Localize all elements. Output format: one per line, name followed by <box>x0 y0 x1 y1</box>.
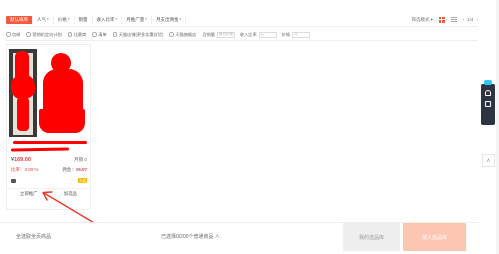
sort-rate-tab[interactable]: 收入比率 ▾ <box>93 15 123 24</box>
mode-select-label: 筛选模式 <box>411 16 430 22</box>
shop-row: 天猫 <box>11 178 87 183</box>
filter-label: 天猫旗舰店 <box>175 31 197 37</box>
checkbox[interactable] <box>67 32 73 37</box>
filter-label: 包邮 <box>12 31 21 37</box>
filter-tmall-shop[interactable]: 天猫店铺(更多实惠好货) <box>112 31 164 38</box>
redaction-mark <box>17 97 29 131</box>
sort-label: 人气 <box>37 17 46 22</box>
list-view-icon[interactable] <box>450 16 457 23</box>
filter-tmall-flagship[interactable]: 天猫旗舰店 <box>169 32 196 38</box>
product-image[interactable] <box>9 47 88 137</box>
commission-earn: 佣金：¥5.07 <box>62 167 87 173</box>
checkbox[interactable] <box>112 32 118 37</box>
product-price: ¥169.00 <box>11 157 31 163</box>
sort-label: 销量 <box>78 17 88 22</box>
filter-bar: 包邮 营销机定向计划 比赛商 清单 天猫店铺(更多实惠好货) 天猫旗舰店 月销量… <box>6 29 478 41</box>
redaction-mark <box>10 147 70 152</box>
filter-label: 天猫店铺(更多实惠好货) <box>118 31 164 37</box>
sort-arrow-icon: ▾ <box>67 17 70 21</box>
bell-icon[interactable] <box>485 90 491 96</box>
sort-popularity-tab[interactable]: 人气 ▾ <box>33 15 54 24</box>
sort-label: 默认排序 <box>10 17 28 22</box>
filter-free-shipping[interactable]: 包邮 <box>6 32 20 38</box>
chevron-down-icon: ▾ <box>430 16 433 22</box>
promote-button[interactable]: 立即推广 <box>20 191 38 197</box>
filter-label: 比赛商 <box>73 31 87 37</box>
page: 默认排序 人气 ▾ 价格 ▾ 销量 收入比率 ▾ 月推广量 ▾ 月支出佣金 ▾ 筛选模式 ▾… <box>0 0 499 254</box>
earn-label: 佣金： <box>62 167 76 172</box>
back-to-top-button[interactable]: ∧ <box>482 154 495 167</box>
mode-select[interactable]: 筛选模式 ▾ <box>411 17 432 23</box>
range-input[interactable]: 元 <box>292 31 311 38</box>
sort-label: 收入比率 <box>96 17 115 22</box>
bottom-bar: 全选取全页商品 已选择0/200个普通商品 ∧ 我的选品库 加入选品库 <box>0 222 478 251</box>
product-card[interactable]: ¥169.00 月销 0 比率：3.00 % 佣金：¥5.07 天猫 立即推广 … <box>6 44 91 210</box>
redaction-mark <box>13 141 87 144</box>
add-to-library-button[interactable]: 加选品 <box>64 191 77 197</box>
checkbox[interactable] <box>26 32 31 37</box>
commission-rate: 比率：3.00 % <box>11 167 39 173</box>
rate-label: 比率： <box>11 167 25 172</box>
sort-monthly-promo-tab[interactable]: 月推广量 ▾ <box>122 15 153 24</box>
rate-value: 3.00 % <box>24 167 39 172</box>
sort-sales-tab[interactable]: 销量 <box>75 15 93 24</box>
filter-list[interactable]: 清单 <box>92 31 107 38</box>
range-label: 收入比率 <box>239 31 257 37</box>
checkbox[interactable] <box>92 32 97 37</box>
checkbox[interactable] <box>169 32 174 37</box>
tmall-badge: 天猫 <box>78 178 87 183</box>
range-sales: 月销量 最低价格 <box>202 31 235 38</box>
next-page-icon[interactable]: › <box>477 17 479 22</box>
range-input[interactable]: 最低价格 <box>216 31 235 38</box>
sort-bar: 默认排序 人气 ▾ 价格 ▾ 销量 收入比率 ▾ 月推广量 ▾ 月支出佣金 ▾ 筛选模式 ▾… <box>6 13 478 27</box>
earn-value: 5.07 <box>78 167 87 172</box>
sort-arrow-icon: ▾ <box>145 17 148 21</box>
sort-arrow-icon: ▾ <box>47 17 49 21</box>
range-label: 月销量 <box>202 31 215 37</box>
range-price: 价格元 <box>281 31 311 38</box>
prev-page-icon[interactable]: ‹ <box>463 17 465 22</box>
monthly-sales: 月销 0 <box>73 157 87 162</box>
my-library-button[interactable]: 我的选品库 <box>343 223 400 251</box>
shop-icon[interactable] <box>11 178 16 183</box>
range-rate: 收入比率% <box>239 31 277 38</box>
filter-label: 营销机定向计划 <box>32 31 62 37</box>
redaction-mark <box>39 109 85 133</box>
grid-view-icon[interactable] <box>438 16 445 23</box>
select-all-page[interactable]: 全选取全页商品 <box>16 233 51 240</box>
checkbox[interactable] <box>6 32 11 37</box>
pager: ‹ 1/4 › <box>463 17 478 22</box>
add-to-library-main-button[interactable]: 加入选品库 <box>403 223 466 251</box>
sort-label: 月支出佣金 <box>156 17 179 22</box>
sort-price-tab[interactable]: 价格 ▾ <box>54 15 75 24</box>
sort-right-tools: 筛选模式 ▾ ‹ 1/4 › <box>411 16 478 23</box>
message-icon[interactable] <box>485 101 491 107</box>
side-toolbar <box>481 80 495 125</box>
range-input[interactable]: % <box>258 31 277 38</box>
price-value: 169.00 <box>14 157 31 163</box>
price-row: ¥169.00 月销 0 <box>11 157 87 163</box>
sort-label: 价格 <box>57 17 67 22</box>
diamond-icon[interactable] <box>484 80 492 85</box>
card-actions: 立即推广 加选品 <box>7 188 90 198</box>
filter-contest[interactable]: 比赛商 <box>67 31 87 38</box>
sort-default-tab[interactable]: 默认排序 <box>6 15 33 24</box>
filter-label: 清单 <box>98 31 107 37</box>
rate-row: 比率：3.00 % 佣金：¥5.07 <box>11 167 87 173</box>
sort-arrow-icon: ▾ <box>179 17 182 21</box>
filter-marketing-plan[interactable]: 营销机定向计划 <box>26 31 62 38</box>
page-indicator: 1/4 <box>467 17 474 22</box>
range-label: 价格 <box>281 31 291 37</box>
sort-commission-tab[interactable]: 月支出佣金 ▾ <box>152 15 187 24</box>
sort-arrow-icon: ▾ <box>115 17 118 21</box>
selected-count[interactable]: 已选择0/200个普通商品 ∧ <box>161 233 220 240</box>
sort-label: 月推广量 <box>126 17 145 22</box>
